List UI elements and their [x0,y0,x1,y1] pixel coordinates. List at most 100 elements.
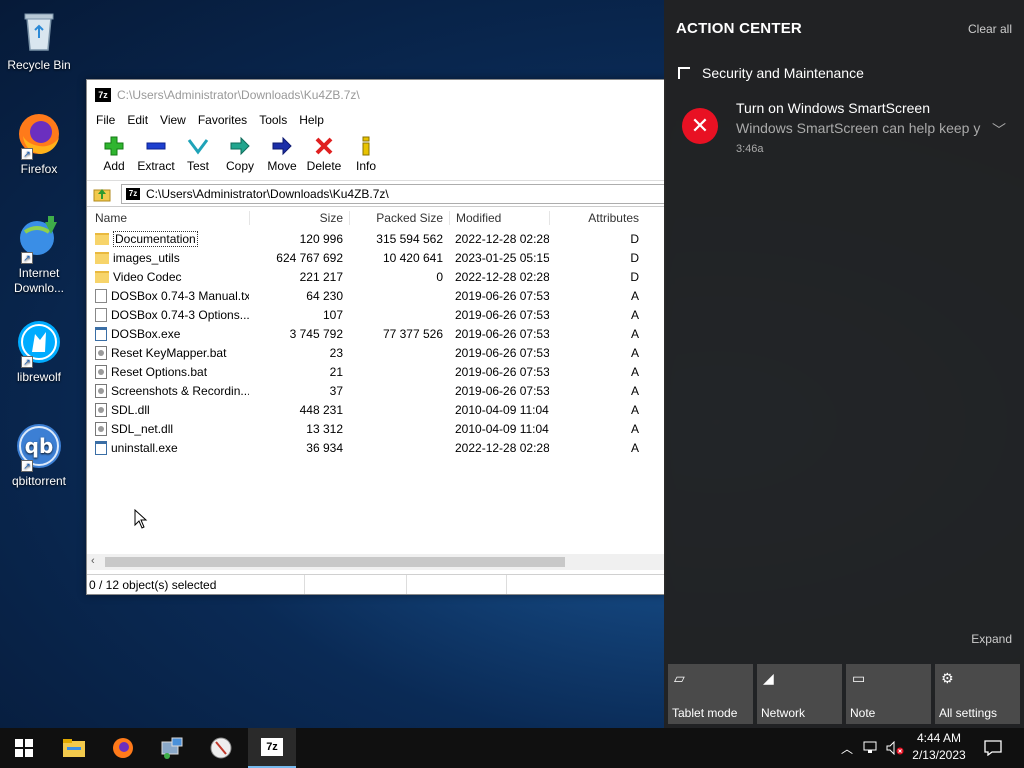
cell-size: 120 996 [299,231,343,246]
table-row[interactable]: SDL_net.dll 13 312 2010-04-09 11:04 A [87,419,665,438]
table-row[interactable]: DOSBox.exe 3 745 792 77 377 526 2019-06-26 … [87,324,665,343]
quick-action-network[interactable]: ◢ Network [757,664,842,724]
cell-attributes: A [630,421,639,436]
shortcut-arrow-icon: ↗ [21,460,33,472]
notification-body: Windows SmartScreen can help keep y [736,120,981,136]
chevron-down-icon[interactable]: ﹀ [992,120,1006,140]
table-row[interactable]: Video Codec 221 217 0 2022-12-28 02:28 D [87,267,665,286]
table-row[interactable]: DOSBox 0.74-3 Options.... 107 2019-06-26 0… [87,305,665,324]
move-arrow-icon [272,136,292,156]
table-row[interactable]: Documentation 120 996 315 594 562 2022-12-2… [87,229,665,248]
firefox-icon [113,738,133,758]
add-button[interactable]: Add [93,135,135,173]
batch-file-icon [95,345,107,360]
cell-size: 3 745 792 [289,326,343,341]
table-row[interactable]: Reset KeyMapper.bat 23 2019-06-26 07:53 A [87,343,665,362]
cell-modified: 2019-06-26 07:53 [455,307,549,322]
taskbar-firefox[interactable] [99,728,147,768]
move-button[interactable]: Move [261,135,303,173]
file-name: Video Codec [113,269,182,284]
horizontal-scrollbar[interactable]: ‹ [87,554,665,570]
menu-view[interactable]: View [154,113,192,127]
clock-date: 2/13/2023 [912,748,966,762]
cell-name: DOSBox 0.74-3 Manual.txt [87,288,249,303]
desktop-icon-recycle-bin[interactable]: Recycle Bin [4,6,74,73]
column-packed-size[interactable]: Packed Size [349,211,449,225]
file-name: SDL.dll [111,402,150,417]
show-hidden-icons-button[interactable]: ︿ [838,728,856,768]
delete-button[interactable]: Delete [303,135,345,173]
volume-tray-button[interactable] [884,728,906,768]
clear-all-button[interactable]: Clear all [968,22,1012,36]
scroll-left-icon[interactable]: ‹ [91,555,95,567]
taskbar-7zip[interactable]: 7z [248,728,296,768]
action-center-title: ACTION CENTER [676,20,802,37]
cell-attributes: A [630,383,639,398]
menu-tools[interactable]: Tools [253,113,293,127]
column-attributes[interactable]: Attributes [549,211,645,225]
table-row[interactable]: images_utils 624 767 692 10 420 641 2023-01… [87,248,665,267]
network-tray-button[interactable] [860,728,882,768]
table-row[interactable]: DOSBox 0.74-3 Manual.txt 64 230 2019-06-26… [87,286,665,305]
cell-attributes: A [630,440,639,455]
svg-text:qb: qb [25,434,54,458]
table-row[interactable]: Screenshots & Recordin... 37 2019-06-26 07… [87,381,665,400]
executable-icon [95,440,107,455]
window-title: C:\Users\Administrator\Downloads\Ku4ZB.7… [117,87,360,102]
menu-help[interactable]: Help [293,113,330,127]
test-button[interactable]: Test [177,135,219,173]
table-row[interactable]: SDL.dll 448 231 2010-04-09 11:04 A [87,400,665,419]
desktop-icon-label: Firefox [20,162,58,176]
cell-modified: 2023-01-25 05:15 [455,250,549,265]
clock-time: 4:44 AM [916,731,962,745]
copy-arrow-icon [230,136,250,156]
extract-label: Extract [137,159,175,173]
table-row[interactable]: Reset Options.bat 21 2019-06-26 07:53 A [87,362,665,381]
notification-title: Turn on Windows SmartScreen [736,100,930,116]
quick-action-note[interactable]: ▭ Note [846,664,931,724]
windows-logo-icon [15,739,33,757]
cell-size: 37 [329,383,343,398]
quick-action-tablet-mode[interactable]: ▱ Tablet mode [668,664,753,724]
file-name: uninstall.exe [111,440,178,455]
column-modified[interactable]: Modified [449,211,549,225]
cell-size: 21 [329,364,343,379]
start-button[interactable] [0,728,48,768]
extract-button[interactable]: Extract [135,135,177,173]
list-header: Name Size Packed Size Modified Attribute… [87,207,665,229]
internet-download-manager-icon: ↗ [15,214,63,264]
desktop-icon-label: qbittorrent [11,474,67,488]
menu-file[interactable]: File [90,113,121,127]
cell-attributes: A [630,345,639,360]
copy-button[interactable]: Copy [219,135,261,173]
taskbar-network-tool[interactable] [148,728,196,768]
expand-button[interactable]: Expand [971,632,1012,646]
executable-icon [95,326,107,341]
desktop-icon-librewolf[interactable]: ↗ librewolf [4,318,74,385]
table-row[interactable]: uninstall.exe 36 934 2022-12-28 02:28 A [87,438,665,457]
file-explorer-icon [63,739,85,757]
toolbar: Add Extract Test Copy Move Delete Info [87,131,665,181]
network-tool-icon [161,737,183,759]
action-center-button[interactable] [978,728,1008,768]
info-button[interactable]: Info [345,135,387,173]
cell-name: images_utils [87,251,249,265]
qbittorrent-icon: qb ↗ [15,422,63,472]
taskbar-clock-app[interactable] [197,728,245,768]
menu-edit[interactable]: Edit [121,113,154,127]
title-bar[interactable]: 7z C:\Users\Administrator\Downloads\Ku4Z… [87,80,665,109]
quick-action-all-settings[interactable]: ⚙ All settings [935,664,1020,724]
7zip-window: 7z C:\Users\Administrator\Downloads\Ku4Z… [86,79,666,595]
menu-favorites[interactable]: Favorites [192,113,253,127]
desktop-icon-firefox[interactable]: ↗ Firefox [4,110,74,177]
taskbar-clock[interactable]: 4:44 AM 2/13/2023 [906,730,972,764]
up-folder-button[interactable] [91,184,113,204]
notification-group-header[interactable]: Security and Maintenance [678,65,864,81]
taskbar-file-explorer[interactable] [50,728,98,768]
desktop-icon-qbittorrent[interactable]: qb ↗ qbittorrent [4,422,74,489]
column-size[interactable]: Size [249,211,349,225]
address-field[interactable]: 7z C:\Users\Administrator\Downloads\Ku4Z… [121,183,665,204]
column-name[interactable]: Name [87,211,249,225]
scrollbar-thumb[interactable] [105,557,565,567]
desktop-icon-internet-download-manager[interactable]: ↗ Internet Downlo... [4,214,74,296]
